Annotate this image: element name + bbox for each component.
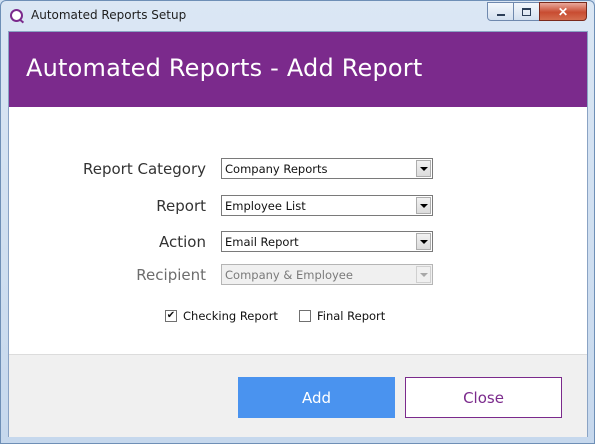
maximize-icon bbox=[522, 7, 531, 16]
recipient-value: Company & Employee bbox=[225, 268, 353, 282]
report-category-row: Report Category Company Reports bbox=[9, 158, 587, 180]
report-row: Report Employee List bbox=[9, 195, 587, 217]
button-footer: Add Close bbox=[9, 354, 587, 437]
close-icon: ✕ bbox=[557, 4, 569, 19]
chevron-down-icon bbox=[416, 266, 431, 283]
report-category-label: Report Category bbox=[82, 160, 206, 178]
page-title: Automated Reports - Add Report bbox=[26, 54, 423, 82]
report-category-value: Company Reports bbox=[225, 162, 328, 176]
checkbox-checked-icon[interactable]: ✔ bbox=[165, 310, 177, 322]
minimize-icon bbox=[496, 13, 505, 16]
checking-report-label: Checking Report bbox=[183, 309, 278, 323]
maximize-button[interactable] bbox=[513, 2, 540, 21]
chevron-down-icon[interactable] bbox=[416, 233, 431, 250]
close-window-button[interactable]: ✕ bbox=[539, 2, 587, 21]
report-dropdown[interactable]: Employee List bbox=[221, 195, 433, 216]
recipient-dropdown: Company & Employee bbox=[221, 264, 433, 285]
chevron-down-icon[interactable] bbox=[416, 160, 431, 177]
final-report-checkbox[interactable]: Final Report bbox=[299, 309, 385, 323]
action-value: Email Report bbox=[225, 235, 299, 249]
checking-report-checkbox[interactable]: ✔ Checking Report bbox=[165, 309, 278, 323]
report-value: Employee List bbox=[225, 199, 306, 213]
recipient-row: Recipient Company & Employee bbox=[9, 264, 587, 286]
window-title: Automated Reports Setup bbox=[31, 8, 187, 22]
recipient-label: Recipient bbox=[136, 266, 206, 284]
chevron-down-icon[interactable] bbox=[416, 197, 431, 214]
action-label: Action bbox=[159, 233, 206, 251]
minimize-button[interactable] bbox=[487, 2, 514, 21]
dialog-content: Automated Reports - Add Report Report Ca… bbox=[8, 31, 588, 437]
report-category-dropdown[interactable]: Company Reports bbox=[221, 158, 433, 179]
action-dropdown[interactable]: Email Report bbox=[221, 231, 433, 252]
app-logo-icon bbox=[10, 9, 23, 22]
header-banner: Automated Reports - Add Report bbox=[9, 32, 587, 107]
action-row: Action Email Report bbox=[9, 231, 587, 253]
close-button[interactable]: Close bbox=[405, 377, 562, 418]
checkbox-unchecked-icon[interactable] bbox=[299, 310, 311, 322]
final-report-label: Final Report bbox=[317, 309, 386, 323]
title-bar[interactable]: Automated Reports Setup ✕ bbox=[1, 1, 594, 31]
add-button[interactable]: Add bbox=[238, 377, 395, 418]
report-label: Report bbox=[156, 197, 206, 215]
app-window: Automated Reports Setup ✕ Automated Repo… bbox=[0, 0, 595, 444]
